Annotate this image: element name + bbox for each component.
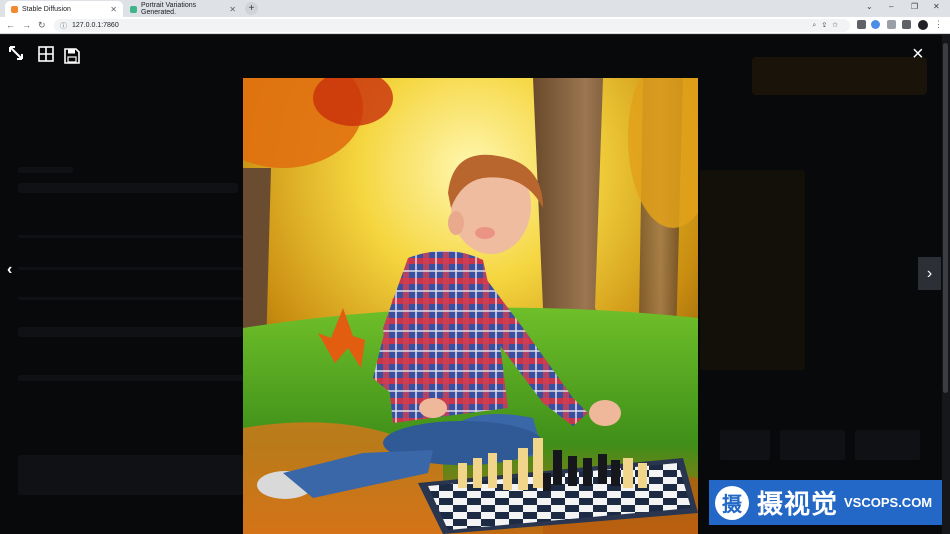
vscops-watermark: 摄 摄视觉 VSCOPS.COM xyxy=(709,480,942,525)
boy-playing-chess-image xyxy=(243,78,698,534)
tab-close-icon[interactable]: ✕ xyxy=(110,5,117,14)
restore-button[interactable]: ❐ xyxy=(911,2,918,11)
close-icon[interactable]: × xyxy=(912,43,924,66)
extension-icon[interactable] xyxy=(857,20,866,29)
side-panel-icon[interactable] xyxy=(902,20,911,29)
tab-stable-diffusion[interactable]: Stable Diffusion ✕ xyxy=(5,1,123,17)
profile-avatar[interactable] xyxy=(918,20,928,30)
forward-arrow-icon[interactable]: → xyxy=(22,20,31,30)
puzzle-extensions-icon[interactable] xyxy=(887,20,896,29)
reload-icon[interactable]: ↻ xyxy=(38,20,46,31)
scrollbar-thumb[interactable] xyxy=(943,43,948,393)
tab-title: Portrait Variations Generated. xyxy=(141,2,197,16)
address-bar[interactable]: ⓘ 127.0.0.1:7860 ⌕⇪☆ xyxy=(54,19,850,32)
next-image-button[interactable]: › xyxy=(918,257,941,290)
stable-diffusion-favicon-icon xyxy=(11,5,18,13)
watermark-logo: 摄 xyxy=(715,485,749,520)
back-arrow-icon[interactable]: ← xyxy=(6,20,15,30)
tile-grid-icon[interactable] xyxy=(38,46,54,67)
watermark-text-en: VSCOPS.COM xyxy=(844,495,933,510)
kebab-menu-icon[interactable]: ⋮ xyxy=(934,19,943,30)
minimize-button[interactable]: – xyxy=(889,2,893,11)
omnibox-actions[interactable]: ⌕⇪☆ xyxy=(812,22,844,30)
page-scrollbar[interactable] xyxy=(941,35,950,534)
chatgpt-favicon-icon xyxy=(130,5,137,13)
tab-search-icon[interactable]: ⌄ xyxy=(866,2,873,11)
site-info-icon[interactable]: ⓘ xyxy=(60,21,67,31)
tab-title: Stable Diffusion xyxy=(22,5,71,13)
tab-close-icon[interactable]: ✕ xyxy=(229,5,236,14)
next-image-arrow-icon: › xyxy=(926,264,933,282)
fullscreen-arrows-icon[interactable] xyxy=(8,45,24,66)
lightbox-image xyxy=(243,78,698,534)
watermark-text-cn: 摄视觉 xyxy=(757,489,839,519)
new-tab-button[interactable]: + xyxy=(245,2,258,15)
tab-portrait-variations[interactable]: Portrait Variations Generated. ✕ xyxy=(124,1,242,17)
save-disk-icon[interactable] xyxy=(64,48,80,69)
previous-image-arrow-icon[interactable]: ‹ xyxy=(7,261,12,279)
extension-blue-icon[interactable] xyxy=(871,20,880,29)
browser-toolbar: ← → ↻ ⓘ 127.0.0.1:7860 ⌕⇪☆ ⋮ xyxy=(0,17,950,34)
window-close-button[interactable]: ✕ xyxy=(933,2,940,11)
tab-bar: Stable Diffusion ✕ Portrait Variations G… xyxy=(0,0,950,17)
url-text: 127.0.0.1:7860 xyxy=(72,22,119,29)
